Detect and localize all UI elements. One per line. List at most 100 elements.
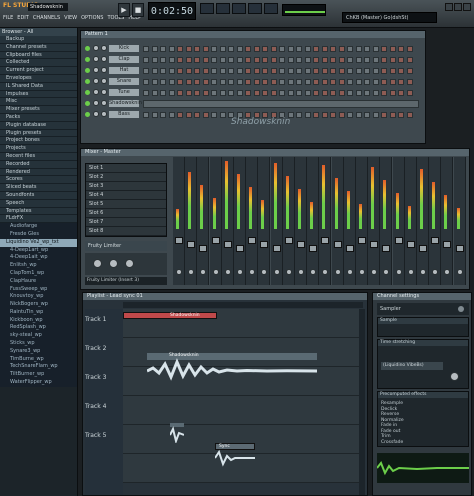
step-button[interactable] xyxy=(398,57,404,63)
volume-fader[interactable] xyxy=(211,237,220,244)
step-button[interactable] xyxy=(364,57,370,63)
step-button[interactable] xyxy=(270,68,277,74)
timeline-ruler[interactable] xyxy=(123,302,363,308)
step-button[interactable] xyxy=(338,68,345,74)
channel-name-button[interactable]: Clap xyxy=(109,56,139,63)
step-button[interactable] xyxy=(194,68,200,74)
step-button[interactable] xyxy=(296,46,302,52)
step-button[interactable] xyxy=(364,68,370,74)
channel-led-icon[interactable] xyxy=(85,112,90,117)
pan-knob[interactable] xyxy=(407,269,414,275)
pan-knob[interactable] xyxy=(237,269,243,275)
step-button[interactable] xyxy=(168,68,175,74)
mixer-track[interactable] xyxy=(356,157,368,285)
stop-button[interactable]: ■ xyxy=(132,3,144,17)
step-button[interactable] xyxy=(160,112,166,118)
step-button[interactable] xyxy=(228,90,234,96)
mixer-track[interactable] xyxy=(319,157,332,285)
volume-fader[interactable] xyxy=(199,245,208,252)
browser-item[interactable]: Envelopes xyxy=(0,74,77,83)
step-button[interactable] xyxy=(406,90,413,96)
step-button[interactable] xyxy=(313,79,319,85)
step-button[interactable] xyxy=(372,46,379,52)
step-button[interactable] xyxy=(236,57,243,63)
step-button[interactable] xyxy=(321,112,328,118)
step-button[interactable] xyxy=(219,79,226,85)
volume-fader[interactable] xyxy=(358,237,366,244)
step-button[interactable] xyxy=(406,79,413,85)
volume-fader[interactable] xyxy=(223,241,232,248)
volume-fader[interactable] xyxy=(443,241,452,248)
step-button[interactable] xyxy=(236,90,243,96)
browser-item[interactable]: Plugin presets xyxy=(0,129,77,138)
pan-knob[interactable] xyxy=(200,269,207,275)
step-button[interactable] xyxy=(364,46,370,52)
step-button[interactable] xyxy=(262,57,268,63)
step-button[interactable] xyxy=(168,46,175,52)
step-button[interactable] xyxy=(321,46,328,52)
step-button[interactable] xyxy=(313,112,319,118)
mixer-track[interactable] xyxy=(209,157,222,285)
close-icon[interactable] xyxy=(463,3,471,11)
step-button[interactable] xyxy=(330,112,336,118)
pan-knob[interactable] xyxy=(93,67,99,73)
step-button[interactable] xyxy=(304,112,311,118)
mixer-track[interactable] xyxy=(404,157,417,285)
fx-slot[interactable]: Slot 1 xyxy=(86,164,166,173)
volume-fader[interactable] xyxy=(321,237,330,244)
step-button[interactable] xyxy=(177,57,183,63)
audio-clip-waveform[interactable] xyxy=(215,449,255,467)
browser-item[interactable]: 4-Deep1ait_wp xyxy=(0,254,77,263)
step-button[interactable] xyxy=(211,46,217,52)
step-button[interactable] xyxy=(398,68,404,74)
browser-item[interactable]: RaintuTin_wp xyxy=(0,308,77,317)
step-button[interactable] xyxy=(185,46,192,52)
volume-fader[interactable] xyxy=(260,241,269,248)
step-button[interactable] xyxy=(330,68,336,74)
step-button[interactable] xyxy=(347,68,353,74)
step-button[interactable] xyxy=(330,57,336,63)
step-button[interactable] xyxy=(262,90,268,96)
step-button[interactable] xyxy=(262,46,268,52)
step-button[interactable] xyxy=(270,90,277,96)
browser-item[interactable]: Mixer presets xyxy=(0,106,77,114)
step-button[interactable] xyxy=(372,68,379,74)
browser-item[interactable]: Clipboard files xyxy=(0,51,77,60)
browser-item[interactable]: ClapHaure xyxy=(0,277,77,286)
pan-knob[interactable] xyxy=(456,269,463,275)
step-button[interactable] xyxy=(389,90,396,96)
step-button[interactable] xyxy=(236,46,243,52)
step-button[interactable] xyxy=(253,90,260,96)
mixer-track[interactable] xyxy=(392,157,405,285)
step-button[interactable] xyxy=(321,57,328,63)
browser-item[interactable]: Liquidino Ve2_wp_txt xyxy=(0,238,77,247)
mixer-track[interactable] xyxy=(258,157,271,285)
step-button[interactable] xyxy=(168,57,175,63)
maximize-icon[interactable] xyxy=(454,3,462,11)
step-button[interactable] xyxy=(389,68,396,74)
pan-knob[interactable] xyxy=(322,269,329,275)
browser-item[interactable]: Knouvtoy_wp xyxy=(0,293,77,302)
step-button[interactable] xyxy=(236,68,243,74)
browser-item[interactable]: IL Shared Data xyxy=(0,82,77,91)
pan-knob[interactable] xyxy=(93,111,99,117)
channel-led-icon[interactable] xyxy=(85,101,90,106)
step-button[interactable] xyxy=(219,57,226,63)
pan-knob[interactable] xyxy=(249,269,256,275)
step-button[interactable] xyxy=(296,79,302,85)
step-button[interactable] xyxy=(143,57,149,63)
step-button[interactable] xyxy=(279,46,285,52)
step-button[interactable] xyxy=(279,57,285,63)
step-button[interactable] xyxy=(151,112,158,118)
playlist-icon[interactable] xyxy=(200,3,214,14)
step-button[interactable] xyxy=(296,90,302,96)
step-button[interactable] xyxy=(253,57,260,63)
step-button[interactable] xyxy=(321,68,328,74)
step-button[interactable] xyxy=(296,112,302,118)
step-button[interactable] xyxy=(185,79,192,85)
pan-knob[interactable] xyxy=(93,89,99,95)
step-button[interactable] xyxy=(143,79,149,85)
browser-item[interactable]: Recorded xyxy=(0,160,77,169)
volume-knob[interactable] xyxy=(101,100,107,106)
browser-item[interactable]: Speech xyxy=(0,199,77,208)
